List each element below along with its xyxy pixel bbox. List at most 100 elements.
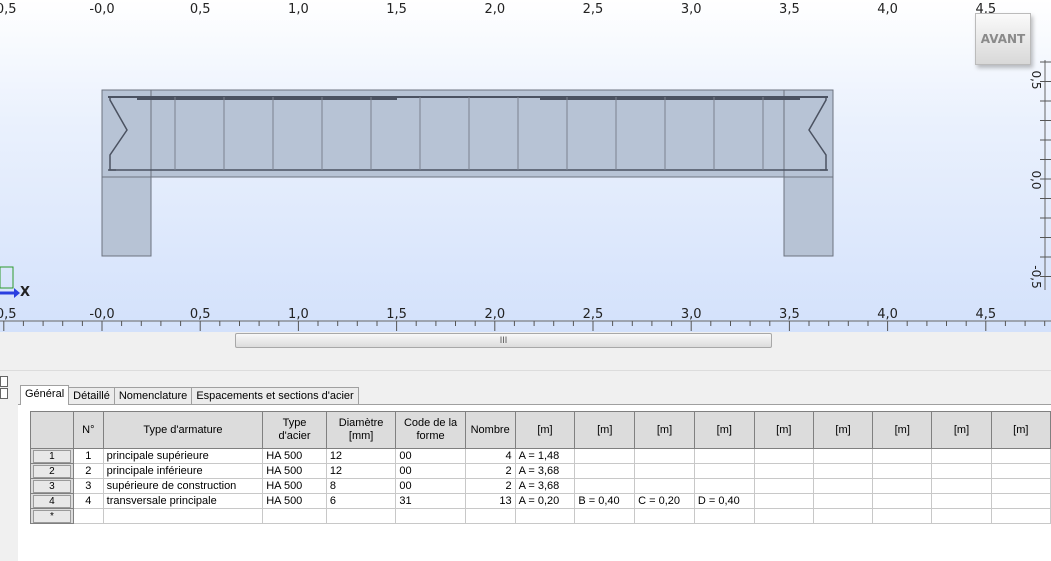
row-header[interactable]: 1: [30, 448, 74, 464]
cell-dim[interactable]: [812, 478, 874, 494]
cell-dim[interactable]: [753, 478, 814, 494]
cell-dim[interactable]: [872, 448, 933, 464]
corner-cell[interactable]: [30, 411, 74, 449]
table-row[interactable]: 4 4 transversale principale HA 500 6 31 13 A = …: [30, 493, 1051, 509]
tab-general[interactable]: Général: [20, 385, 70, 405]
cell-dim[interactable]: [990, 463, 1051, 479]
cell-empty[interactable]: [262, 508, 327, 524]
cell-empty[interactable]: [325, 508, 397, 524]
cell-dim[interactable]: [812, 448, 874, 464]
tab-espacements[interactable]: Espacements et sections d'acier: [191, 387, 359, 405]
cell-dim[interactable]: A = 0,20: [514, 493, 576, 509]
cell-dim[interactable]: [872, 493, 933, 509]
cell-dim[interactable]: A = 1,48: [514, 448, 576, 464]
cell-dim[interactable]: [990, 493, 1051, 509]
cell-code-forme[interactable]: 00: [395, 478, 466, 494]
cell-n[interactable]: 4: [72, 493, 104, 509]
col-header-dim[interactable]: [m]: [514, 411, 576, 449]
new-row[interactable]: *: [30, 508, 1051, 524]
cell-dim[interactable]: [990, 478, 1051, 494]
cell-dim[interactable]: [693, 448, 755, 464]
cell-dim[interactable]: [990, 448, 1051, 464]
cell-empty[interactable]: [693, 508, 755, 524]
cell-dim[interactable]: [753, 493, 814, 509]
cell-dim[interactable]: A = 3,68: [514, 463, 576, 479]
col-header-nombre[interactable]: Nombre: [464, 411, 516, 449]
cell-dim[interactable]: B = 0,40: [574, 493, 636, 509]
col-header-dim[interactable]: [m]: [574, 411, 636, 449]
cell-empty[interactable]: [395, 508, 466, 524]
cell-nombre[interactable]: 2: [464, 463, 516, 479]
cell-dim[interactable]: [872, 478, 933, 494]
cell-n[interactable]: 3: [72, 478, 104, 494]
cell-dim[interactable]: [634, 463, 695, 479]
splitter[interactable]: [0, 348, 1051, 371]
cell-type-acier[interactable]: HA 500: [262, 448, 327, 464]
cell-n[interactable]: 2: [72, 463, 104, 479]
cell-nombre[interactable]: 4: [464, 448, 516, 464]
cell-dim[interactable]: [812, 493, 874, 509]
cell-diametre[interactable]: 12: [325, 448, 397, 464]
cell-empty[interactable]: [72, 508, 104, 524]
cell-dim[interactable]: [634, 448, 695, 464]
cell-code-forme[interactable]: 00: [395, 448, 466, 464]
col-header-dim[interactable]: [m]: [990, 411, 1051, 449]
view-cube-front[interactable]: AVANT: [975, 13, 1031, 65]
cell-code-forme[interactable]: 00: [395, 463, 466, 479]
cell-nombre[interactable]: 13: [464, 493, 516, 509]
cell-n[interactable]: 1: [72, 448, 104, 464]
cell-empty[interactable]: [812, 508, 874, 524]
col-header-dim[interactable]: [m]: [872, 411, 933, 449]
row-header[interactable]: 3: [30, 478, 74, 494]
cell-dim[interactable]: [931, 448, 992, 464]
cell-dim[interactable]: [931, 478, 992, 494]
tab-nomenclature[interactable]: Nomenclature: [113, 387, 193, 405]
cell-dim[interactable]: [574, 463, 636, 479]
collapse-icon[interactable]: [0, 376, 8, 387]
cell-empty[interactable]: [102, 508, 264, 524]
cell-dim[interactable]: [574, 478, 636, 494]
row-header[interactable]: *: [30, 508, 74, 524]
row-header[interactable]: 4: [30, 493, 74, 509]
cell-diametre[interactable]: 12: [325, 463, 397, 479]
cell-type-acier[interactable]: HA 500: [262, 463, 327, 479]
col-header-diametre[interactable]: Diamètre [mm]: [325, 411, 397, 449]
cell-diametre[interactable]: 6: [325, 493, 397, 509]
col-header-dim[interactable]: [m]: [634, 411, 695, 449]
cell-dim[interactable]: [872, 463, 933, 479]
col-header-type-armature[interactable]: Type d'armature: [102, 411, 264, 449]
cell-empty[interactable]: [464, 508, 516, 524]
horizontal-scrollbar[interactable]: III: [0, 332, 1051, 348]
table-row[interactable]: 3 3 supérieure de construction HA 500 8 00 2 A …: [30, 478, 1051, 494]
cell-diametre[interactable]: 8: [325, 478, 397, 494]
cell-type-armature[interactable]: principale supérieure: [102, 448, 264, 464]
cell-dim[interactable]: [931, 463, 992, 479]
col-header-dim[interactable]: [m]: [693, 411, 755, 449]
cell-type-armature[interactable]: transversale principale: [102, 493, 264, 509]
table-row[interactable]: 1 1 principale supérieure HA 500 12 00 4 A = 1,…: [30, 448, 1051, 464]
table-row[interactable]: 2 2 principale inférieure HA 500 12 00 2 A = 3,…: [30, 463, 1051, 479]
scrollbar-thumb[interactable]: III: [235, 333, 772, 348]
cell-dim[interactable]: [693, 463, 755, 479]
cell-dim[interactable]: [931, 493, 992, 509]
cell-nombre[interactable]: 2: [464, 478, 516, 494]
cell-type-acier[interactable]: HA 500: [262, 478, 327, 494]
cell-empty[interactable]: [990, 508, 1051, 524]
col-header-dim[interactable]: [m]: [931, 411, 992, 449]
drawing-viewport[interactable]: -0,5 -0,5 -0,0 -0,0 0,5 0,5 1,0 1,0 1,5 1,5 2,0 2,0…: [0, 0, 1051, 332]
cell-empty[interactable]: [514, 508, 576, 524]
cell-empty[interactable]: [931, 508, 992, 524]
cell-dim[interactable]: [812, 463, 874, 479]
col-header-n[interactable]: N°: [72, 411, 104, 449]
col-header-dim[interactable]: [m]: [753, 411, 814, 449]
cell-dim[interactable]: [574, 448, 636, 464]
cell-type-acier[interactable]: HA 500: [262, 493, 327, 509]
cell-dim[interactable]: C = 0,20: [634, 493, 695, 509]
cell-dim[interactable]: [753, 448, 814, 464]
cell-dim[interactable]: A = 3,68: [514, 478, 576, 494]
cell-empty[interactable]: [634, 508, 695, 524]
row-header[interactable]: 2: [30, 463, 74, 479]
cell-dim[interactable]: [634, 478, 695, 494]
col-header-dim[interactable]: [m]: [812, 411, 874, 449]
col-header-type-acier[interactable]: Type d'acier: [262, 411, 327, 449]
